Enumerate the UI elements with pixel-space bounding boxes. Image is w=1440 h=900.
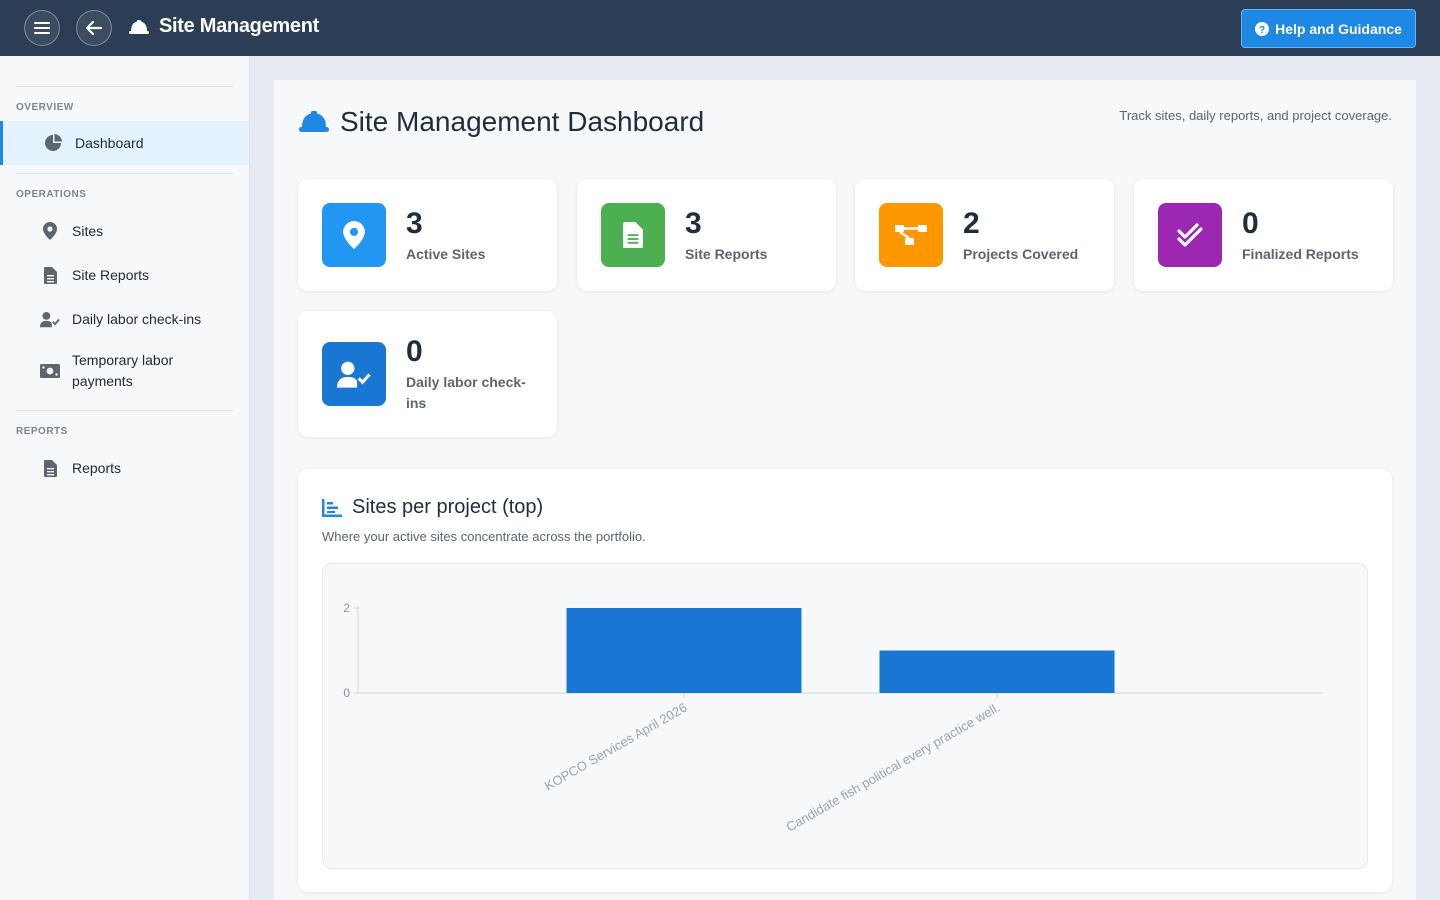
sidebar-item-label: Temporary labor payments <box>72 352 174 389</box>
hard-hat-icon <box>129 19 149 34</box>
section-label-operations: OPERATIONS <box>16 189 87 200</box>
map-pin-icon <box>322 203 386 267</box>
document-icon <box>601 203 665 267</box>
bar <box>566 608 802 693</box>
chart-card: Sites per project (top) Where your activ… <box>298 469 1392 892</box>
map-pin-icon <box>40 222 60 240</box>
sidebar-divider <box>16 410 233 411</box>
app-title: Site Management <box>128 15 319 38</box>
chart-title-text: Sites per project (top) <box>352 496 544 518</box>
x-tick-label: KOPCO Services April 2026 <box>542 700 690 794</box>
stat-card-site-reports: 3 Site Reports <box>577 179 836 291</box>
main-content: Site Management Dashboard Track sites, d… <box>274 80 1416 900</box>
sidebar-item-label: Daily labor check-ins <box>72 310 202 327</box>
app-title-text: Site Management <box>159 15 319 37</box>
stat-value: 0 <box>406 335 423 368</box>
sidebar-item-label: Sites <box>72 222 104 239</box>
sidebar-item-label: Site Reports <box>72 266 150 283</box>
back-button[interactable] <box>76 10 112 46</box>
question-circle-icon: ? <box>1255 21 1270 36</box>
stat-card-finalized-reports: 0 Finalized Reports <box>1134 179 1393 291</box>
sidebar-item-label: Dashboard <box>75 134 144 151</box>
bar-chart: 0 2 KOPCO Services April 2026 Candidate fis… <box>343 601 1323 835</box>
page-title-text: Site Management Dashboard <box>340 106 705 137</box>
y-tick-label: 2 <box>343 601 350 615</box>
stat-card-projects-covered: 2 Projects Covered <box>855 179 1114 291</box>
hard-hat-icon <box>299 111 329 132</box>
sidebar-divider <box>16 173 233 174</box>
page-title: Site Management Dashboard <box>298 106 704 138</box>
hamburger-icon <box>34 22 50 34</box>
project-diagram-icon <box>879 203 943 267</box>
pie-chart-icon <box>43 134 63 152</box>
double-check-icon <box>1158 203 1222 267</box>
bar-chart-icon <box>322 498 342 517</box>
sidebar-item-sites[interactable]: Sites <box>0 209 249 253</box>
stat-label: Projects Covered <box>963 246 1079 262</box>
stat-label: Active Sites <box>406 246 486 262</box>
user-check-icon <box>40 311 60 328</box>
arrow-left-icon <box>86 21 102 35</box>
stat-card-active-sites: 3 Active Sites <box>298 179 557 291</box>
stat-value: 2 <box>963 207 980 240</box>
stat-value: 0 <box>1242 207 1259 240</box>
help-button[interactable]: ? Help and Guidance <box>1241 9 1416 48</box>
document-icon <box>40 266 60 284</box>
sidebar-divider <box>16 86 233 87</box>
stat-label: Daily labor check-ins <box>406 374 526 411</box>
section-label-overview: OVERVIEW <box>16 102 74 113</box>
sidebar-item-dashboard[interactable]: Dashboard <box>0 121 249 165</box>
sidebar-item-daily-labor-check-ins[interactable]: Daily labor check-ins <box>0 297 249 341</box>
sidebar-item-site-reports[interactable]: Site Reports <box>0 253 249 297</box>
page-subtitle: Track sites, daily reports, and project … <box>1119 108 1392 123</box>
chart-title: Sites per project (top) <box>322 496 543 519</box>
sidebar-item-label: Reports <box>72 459 122 476</box>
stat-card-daily-labor-check-ins: 0 Daily labor check-ins <box>298 311 557 437</box>
chart-container: 0 2 KOPCO Services April 2026 Candidate fis… <box>322 563 1368 869</box>
y-tick-label: 0 <box>343 686 350 700</box>
stat-label: Site Reports <box>685 246 768 262</box>
top-bar: Site Management ? Help and Guidance <box>0 0 1440 56</box>
menu-button[interactable] <box>24 10 60 46</box>
chart-description: Where your active sites concentrate acro… <box>322 529 646 544</box>
user-check-icon <box>322 342 386 406</box>
sidebar-item-temporary-labor-payments[interactable]: Temporary labor payments <box>0 341 249 401</box>
x-tick-label: Candidate fish political every practice … <box>783 700 1002 835</box>
section-label-reports: REPORTS <box>16 426 68 437</box>
stat-value: 3 <box>685 207 702 240</box>
help-button-label: Help and Guidance <box>1275 20 1402 37</box>
stat-value: 3 <box>406 207 423 240</box>
stat-label: Finalized Reports <box>1242 246 1359 262</box>
sidebar: OVERVIEW Dashboard OPERATIONS Sites Site… <box>0 56 250 900</box>
document-icon <box>40 459 60 477</box>
bar <box>879 650 1115 693</box>
sidebar-item-reports[interactable]: Reports <box>0 446 249 490</box>
money-icon <box>40 364 60 378</box>
svg-text:?: ? <box>1259 25 1265 36</box>
